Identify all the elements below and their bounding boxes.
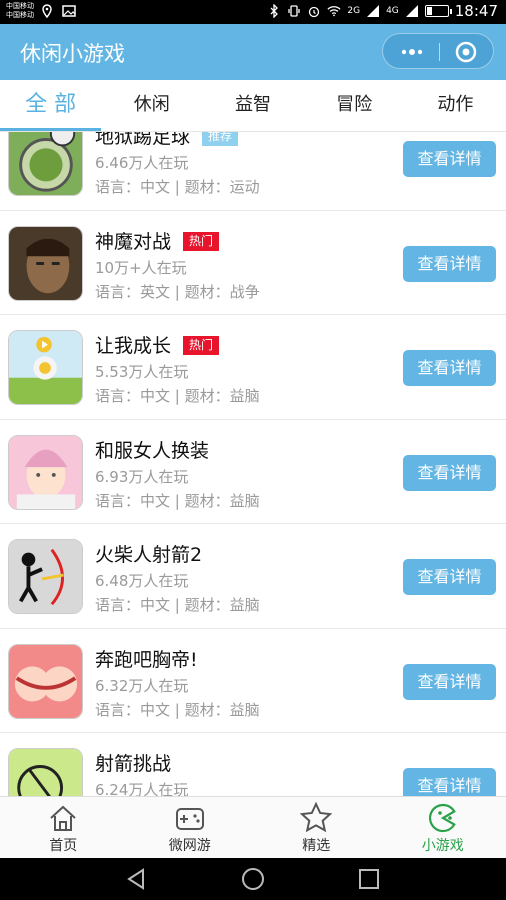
game-title-text: 火柴人射箭2 [95, 544, 203, 566]
game-title: 和服女人换装 [95, 436, 209, 463]
nav-label: 首页 [49, 838, 78, 854]
hot-badge: 热门 [183, 336, 220, 355]
game-thumbnail[interactable] [8, 132, 83, 196]
view-details-button[interactable]: 查看详情 [403, 245, 496, 282]
game-title-text: 和服女人换装 [95, 439, 210, 462]
nav-label: 微网游 [168, 838, 211, 854]
game-meta: 语言：中文 | 题材：运动 [95, 178, 260, 196]
clock: 18:47 [454, 2, 498, 20]
game-thumbnail[interactable] [8, 748, 83, 796]
list-item[interactable]: 奔跑吧胸帝! 6.32万人在玩语言：中文 | 题材：益脑 查看详情 [0, 629, 506, 733]
app-header: 休闲小游戏 [0, 24, 506, 80]
alarm-icon [309, 6, 320, 18]
back-icon[interactable] [124, 866, 150, 892]
carrier-1: 中国移动 [6, 2, 34, 10]
view-details-button[interactable]: 查看详情 [403, 454, 496, 491]
game-meta: 语言：中文 | 题材：益脑 [95, 596, 260, 614]
hot-badge: 热门 [183, 231, 220, 251]
more-dots-icon[interactable] [397, 41, 427, 63]
battery-icon [424, 5, 452, 17]
player-count: 6.24万人在玩 [95, 781, 189, 796]
player-count: 10万+人在玩 [95, 258, 187, 277]
player-count: 6.46万人在玩 [95, 154, 189, 172]
nav-item-1[interactable]: 微网游 [127, 797, 254, 858]
game-title: 射箭挑战 [95, 749, 171, 776]
nav-item-0[interactable]: 首页 [0, 797, 127, 858]
game-thumbnail[interactable] [8, 225, 83, 301]
game-title: 奔跑吧胸帝! [95, 645, 198, 672]
signal-icon-2 [405, 5, 418, 17]
game-title-text: 奔跑吧胸帝! [95, 648, 198, 671]
signal-label-1: 2G [347, 6, 361, 16]
game-title-text: 射箭挑战 [95, 753, 172, 775]
view-details-button[interactable]: 查看详情 [403, 768, 496, 796]
game-title-text: 地狱踢足球 [95, 132, 191, 148]
view-details-button[interactable]: 查看详情 [403, 141, 496, 177]
signal-icon [367, 5, 380, 17]
signal-label-2: 4G [386, 6, 399, 16]
status-bar: 中国移动 中国移动 2G 4G 18:47 [0, 0, 506, 24]
game-thumbnail[interactable] [8, 643, 83, 719]
bluetooth-icon [270, 4, 279, 18]
list-item[interactable]: 和服女人换装 6.93万人在玩语言：中文 | 题材：益脑 查看详情 [0, 420, 506, 524]
carrier-info: 中国移动 中国移动 [6, 2, 34, 20]
carrier-2: 中国移动 [6, 11, 34, 19]
mini-program-capsule [382, 33, 494, 69]
game-title-text: 神魔对战 [95, 230, 172, 253]
list-item[interactable]: 神魔对战 热门 10万+人在玩语言：英文 | 题材：战争 查看详情 [0, 211, 506, 315]
list-item[interactable]: 让我成长 热门 5.53万人在玩语言：中文 | 题材：益脑 查看详情 [0, 315, 506, 420]
star-icon [299, 801, 333, 833]
view-details-button[interactable]: 查看详情 [403, 350, 496, 386]
game-meta: 语言：中文 | 题材：益脑 [95, 700, 260, 719]
nav-item-2[interactable]: 精选 [253, 797, 380, 858]
player-count: 6.48万人在玩 [95, 572, 189, 590]
game-title: 神魔对战 热门 [95, 227, 220, 254]
view-details-button[interactable]: 查看详情 [403, 559, 496, 595]
player-count: 6.32万人在玩 [95, 676, 189, 695]
player-count: 6.93万人在玩 [95, 467, 189, 486]
nav-label: 小游戏 [421, 838, 464, 854]
gamepad-icon [175, 808, 204, 830]
page-title: 休闲小游戏 [20, 42, 125, 66]
pacman-icon [428, 803, 456, 833]
capsule-divider [439, 43, 440, 61]
list-item[interactable]: 火柴人射箭2 6.48万人在玩语言：中文 | 题材：益脑 查看详情 [0, 524, 506, 629]
tab-0[interactable]: 全 部 [0, 80, 102, 131]
wifi-icon [327, 6, 341, 17]
game-meta: 语言：中文 | 题材：益脑 [95, 491, 260, 510]
game-title: 让我成长 热门 [95, 331, 220, 358]
tab-1[interactable]: 休闲 [101, 80, 202, 131]
tab-4[interactable]: 动作 [405, 80, 506, 131]
game-title: 火柴人射箭2 [95, 540, 202, 567]
vibrate-icon [288, 5, 301, 17]
bottom-nav: 首页 微网游 精选 小游戏 [0, 796, 506, 858]
recents-icon[interactable] [356, 866, 382, 892]
close-circle-icon[interactable] [451, 37, 481, 67]
list-item[interactable]: 地狱踢足球 推荐 6.46万人在玩语言：中文 | 题材：运动 查看详情 [0, 132, 506, 211]
recommend-badge: 推荐 [202, 132, 239, 146]
home-circle-icon[interactable] [240, 866, 266, 892]
view-details-button[interactable]: 查看详情 [403, 663, 496, 700]
game-meta: 语言：英文 | 题材：战争 [95, 282, 260, 301]
location-icon [42, 4, 52, 18]
system-nav-bar [0, 858, 506, 900]
game-title-text: 让我成长 [95, 335, 172, 357]
game-thumbnail[interactable] [8, 330, 83, 405]
game-thumbnail[interactable] [8, 539, 83, 614]
image-notification-icon [62, 5, 76, 17]
nav-label: 精选 [302, 838, 331, 854]
game-list[interactable]: 地狱踢足球 推荐 6.46万人在玩 语言：中文 | 题材：运动 查看详情 神魔对战 热门 10… [0, 132, 506, 796]
tab-2[interactable]: 益智 [202, 80, 303, 131]
home-icon [50, 805, 76, 831]
game-meta: 语言：中文 | 题材：益脑 [95, 387, 260, 405]
player-count: 5.53万人在玩 [95, 363, 189, 381]
game-thumbnail[interactable] [8, 434, 83, 510]
nav-item-3[interactable]: 小游戏 [380, 797, 506, 858]
list-item[interactable]: 射箭挑战6.24万人在玩语言：中文 | 题材：益脑查看详情 [0, 733, 506, 796]
game-title: 地狱踢足球 推荐 [95, 132, 239, 149]
tab-3[interactable]: 冒险 [304, 80, 405, 131]
category-tabs: 全 部休闲 益智 冒险 动作 [0, 80, 506, 132]
